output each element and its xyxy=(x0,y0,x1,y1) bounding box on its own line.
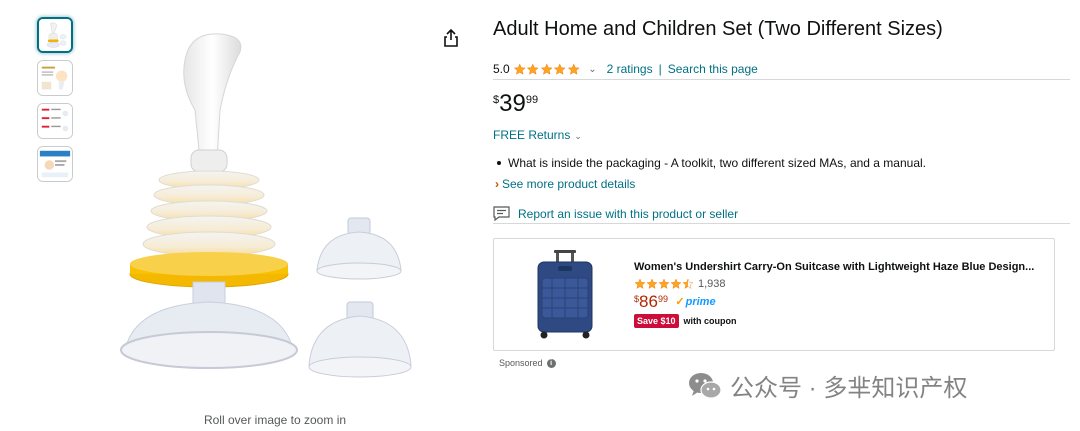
sponsored-product-card[interactable]: Women's Undershirt Carry-On Suitcase wit… xyxy=(493,238,1055,351)
ad-price-symbol: $ xyxy=(634,294,640,304)
coupon-badge: Save $10 xyxy=(634,314,679,328)
star-icon xyxy=(646,278,658,289)
share-icon[interactable] xyxy=(441,28,461,48)
ad-title[interactable]: Women's Undershirt Carry-On Suitcase wit… xyxy=(634,261,1034,273)
star-icon xyxy=(670,278,682,289)
chevron-right-icon: › xyxy=(495,177,499,191)
watermark-text: 公众号 · 多芈知识产权 xyxy=(730,375,968,402)
ad-rating-count: 1,938 xyxy=(698,278,726,290)
coupon-text: with coupon xyxy=(683,316,737,326)
prime-badge: ✓ prime xyxy=(675,295,716,309)
bullet-dot xyxy=(497,160,501,165)
rating-value: 5.0 xyxy=(493,62,510,76)
checkmark-icon: ✓ xyxy=(675,296,685,308)
see-more-details-link[interactable]: › See more product details xyxy=(495,177,635,191)
price-fraction: 99 xyxy=(525,94,539,106)
price-whole: 39 xyxy=(499,90,526,117)
rating-row: 5.0 ⌄ 2 ratings | Search this page xyxy=(493,60,1070,78)
star-icon xyxy=(540,63,553,75)
main-product-image[interactable] xyxy=(95,20,415,405)
divider xyxy=(493,79,1070,80)
thumbnail-infographic[interactable] xyxy=(37,60,73,96)
separator: | xyxy=(658,62,662,76)
see-more-label: See more product details xyxy=(502,177,636,191)
price: $3999 xyxy=(493,90,538,118)
ad-price-fraction: 99 xyxy=(657,294,668,304)
thumbnail-product-photo[interactable] xyxy=(37,17,73,53)
star-icon xyxy=(526,63,539,75)
prime-label: prime xyxy=(685,295,716,308)
watermark: 公众号 · 多芈知识产权 xyxy=(688,368,967,403)
star-rating[interactable] xyxy=(513,63,581,76)
ratings-link[interactable]: 2 ratings xyxy=(607,62,653,76)
star-half-icon xyxy=(682,278,694,289)
feature-bullet-text: What is inside the packaging - A toolkit… xyxy=(508,156,927,170)
thumbnail-usage-guide[interactable] xyxy=(37,146,73,182)
feedback-icon xyxy=(493,206,510,221)
thumbnail-size-comparison[interactable] xyxy=(37,103,73,139)
ad-price: $8699 ✓ prime xyxy=(634,292,716,312)
chevron-down-icon: ⌄ xyxy=(574,131,582,141)
free-returns-label: FREE Returns xyxy=(493,128,571,142)
suitcase-image[interactable] xyxy=(534,248,596,340)
chevron-down-icon[interactable]: ⌄ xyxy=(588,64,596,75)
search-this-page-link[interactable]: Search this page xyxy=(668,62,758,76)
report-issue-label: Report an issue with this product or sel… xyxy=(518,206,739,221)
wechat-icon xyxy=(689,372,722,399)
star-icon xyxy=(658,278,670,289)
product-title: Adult Home and Children Set (Two Differe… xyxy=(493,18,943,40)
feature-bullet: What is inside the packaging - A toolkit… xyxy=(497,156,926,170)
zoom-hint: Roll over image to zoom in xyxy=(203,413,347,427)
ad-star-rating xyxy=(634,278,694,290)
sponsored-text: Sponsored xyxy=(499,358,543,368)
info-icon[interactable]: i xyxy=(546,358,556,368)
price-symbol: $ xyxy=(493,94,500,106)
star-icon xyxy=(567,63,580,75)
star-icon xyxy=(553,63,566,75)
report-issue-link[interactable]: Report an issue with this product or sel… xyxy=(493,206,738,221)
star-icon xyxy=(513,63,526,75)
coupon: Save $10 with coupon xyxy=(634,314,737,328)
free-returns-link[interactable]: FREE Returns ⌄ xyxy=(493,128,582,142)
divider xyxy=(493,223,1070,224)
ad-price-whole: 86 xyxy=(639,292,658,311)
ad-rating[interactable]: 1,938 xyxy=(634,278,726,290)
sponsored-label[interactable]: Sponsored i xyxy=(499,358,556,368)
star-icon xyxy=(634,278,646,289)
thumbnail-strip xyxy=(37,17,75,189)
